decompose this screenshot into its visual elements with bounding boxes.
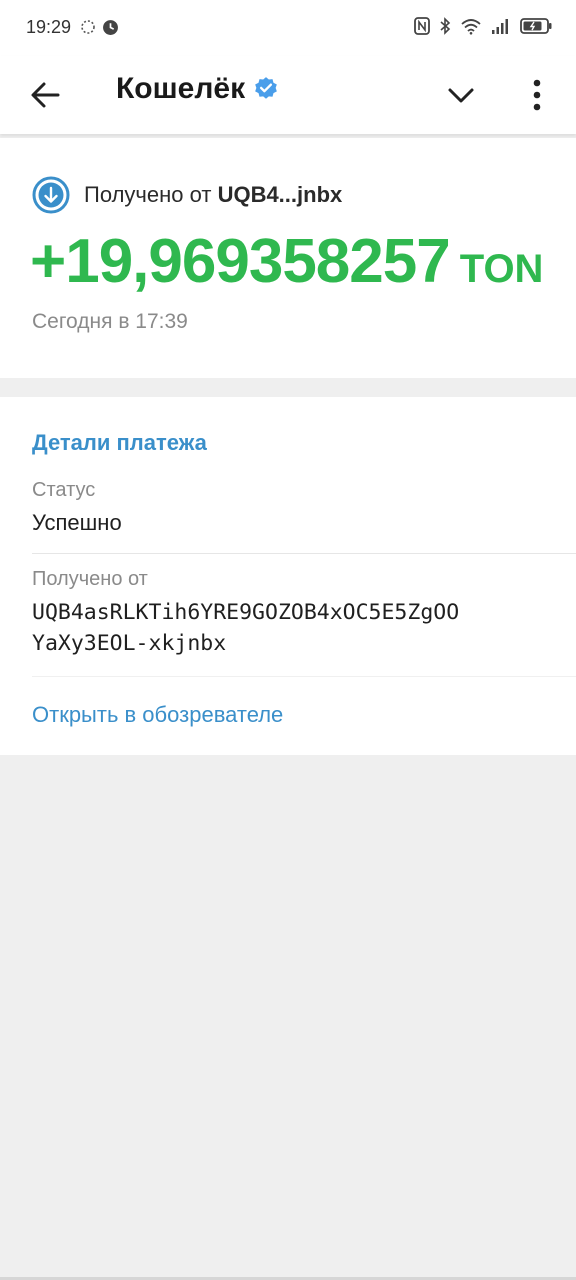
received-from-text: Получено от UQB4...jnbx xyxy=(84,182,342,208)
more-menu-button[interactable] xyxy=(522,74,552,116)
page-title-text: Кошелёк xyxy=(116,72,246,105)
signal-icon xyxy=(492,19,508,34)
more-vertical-icon xyxy=(533,79,541,111)
amount-currency: TON xyxy=(459,247,544,291)
divider xyxy=(32,676,576,677)
open-in-explorer-link[interactable]: Открыть в обозревателе xyxy=(32,702,283,728)
status-left-icons xyxy=(80,19,119,36)
status-label: Статус xyxy=(32,479,96,501)
received-from-row: Получено от UQB4...jnbx xyxy=(32,176,342,214)
app-bar: Кошелёк xyxy=(0,56,576,134)
sender-address-line-1: UQB4asRLKTih6YRE9GOZOB4xOC5E5ZgOO xyxy=(32,600,460,625)
status-right-icons xyxy=(414,17,552,35)
sender-full-address[interactable]: UQB4asRLKTih6YRE9GOZOB4xOC5E5ZgOO YaXy3E… xyxy=(32,597,562,659)
bluetooth-icon xyxy=(440,17,451,35)
received-prefix: Получено от xyxy=(84,182,212,207)
divider xyxy=(32,553,576,554)
amount-value: +19,969358257 xyxy=(30,227,451,296)
status-value[interactable]: Успешно xyxy=(32,510,122,536)
transaction-summary-card: Получено от UQB4...jnbx +19,969358257 TO… xyxy=(0,138,576,378)
status-bar: 19:29 xyxy=(0,0,576,56)
loading-circle-icon xyxy=(81,20,95,34)
details-section-title: Детали платежа xyxy=(32,430,207,455)
expand-button[interactable] xyxy=(442,76,480,114)
incoming-arrow-icon xyxy=(32,176,70,214)
payment-details-card: Детали платежа Статус Успешно Получено о… xyxy=(0,397,576,755)
chevron-down-icon xyxy=(448,88,474,103)
from-label: Получено от xyxy=(32,568,148,590)
sender-address-line-2: YaXy3EOL-xkjnbx xyxy=(32,631,227,656)
back-button[interactable] xyxy=(28,75,68,115)
arrow-left-icon xyxy=(31,82,60,108)
page-title: Кошелёк xyxy=(116,72,279,106)
clock-icon xyxy=(103,20,118,35)
transaction-date: Сегодня в 17:39 xyxy=(32,310,188,333)
wifi-icon xyxy=(461,19,481,35)
battery-icon xyxy=(520,18,552,34)
sender-short-address: UQB4...jnbx xyxy=(217,182,343,207)
transaction-amount: +19,969358257 TON xyxy=(30,226,543,297)
status-time: 19:29 xyxy=(26,17,72,37)
nfc-icon xyxy=(414,17,430,35)
verified-badge-icon xyxy=(255,77,277,99)
